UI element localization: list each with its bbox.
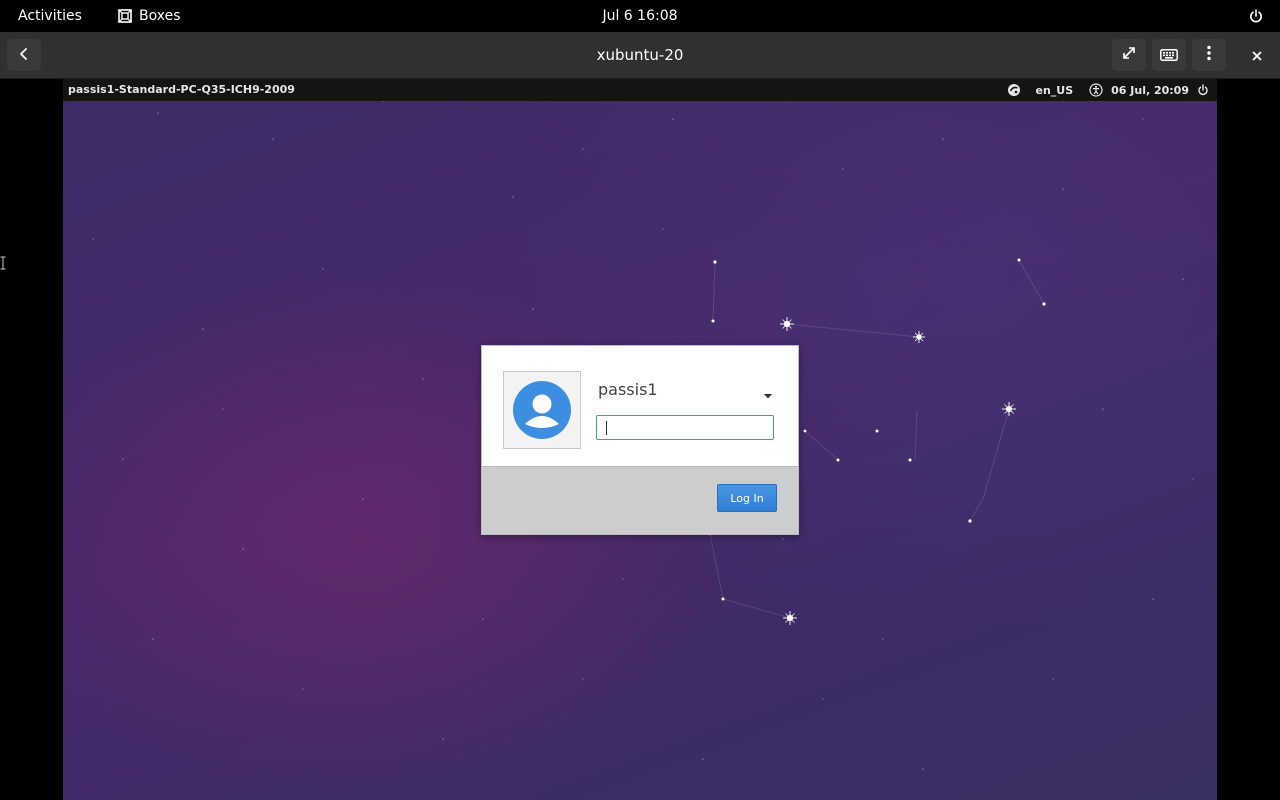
accessibility-icon[interactable]	[1089, 83, 1103, 97]
main-menu-button[interactable]	[1192, 39, 1226, 71]
top-bar: Activities Boxes Jul 6 16:08	[0, 0, 1280, 32]
power-icon[interactable]	[1248, 8, 1264, 24]
vm-display[interactable]: passis1-Standard-PC-Q35-ICH9-2009 en_US …	[63, 79, 1217, 800]
user-avatar-icon	[513, 381, 571, 439]
fullscreen-icon	[1121, 45, 1137, 65]
vm-power-icon[interactable]	[1197, 84, 1209, 96]
fullscreen-button[interactable]	[1112, 39, 1146, 71]
text-caret	[606, 421, 607, 435]
language-selector[interactable]: en_US	[1035, 84, 1073, 97]
header-bar: xubuntu-20	[0, 32, 1280, 79]
boxes-icon	[117, 8, 133, 24]
app-menu[interactable]: Boxes	[117, 0, 181, 32]
clock[interactable]: Jul 6 16:08	[602, 8, 677, 24]
login-dialog: passis1 Log In	[481, 345, 799, 535]
dropdown-arrow-icon[interactable]	[762, 386, 774, 399]
vm-hostname: passis1-Standard-PC-Q35-ICH9-2009	[68, 83, 295, 96]
back-arrow-icon	[17, 46, 31, 65]
keyboard-button[interactable]	[1152, 39, 1186, 71]
window-title: xubuntu-20	[596, 46, 684, 64]
kebab-menu-icon	[1207, 45, 1211, 65]
app-name: Boxes	[139, 8, 181, 24]
username-label[interactable]: passis1	[598, 380, 658, 399]
activities-button[interactable]: Activities	[18, 0, 82, 32]
text-cursor-icon	[0, 255, 6, 270]
vm-datetime[interactable]: 06 Jul, 20:09	[1111, 84, 1189, 97]
vm-panel: passis1-Standard-PC-Q35-ICH9-2009 en_US …	[63, 79, 1217, 101]
password-field[interactable]	[596, 415, 774, 440]
login-user-section: passis1	[482, 346, 798, 467]
close-icon	[1252, 46, 1262, 65]
avatar	[503, 371, 581, 449]
back-button[interactable]	[7, 39, 41, 71]
login-button[interactable]: Log In	[717, 484, 777, 512]
keyboard-icon	[1160, 46, 1178, 65]
session-icon[interactable]	[1007, 83, 1021, 97]
close-button[interactable]	[1240, 39, 1274, 71]
